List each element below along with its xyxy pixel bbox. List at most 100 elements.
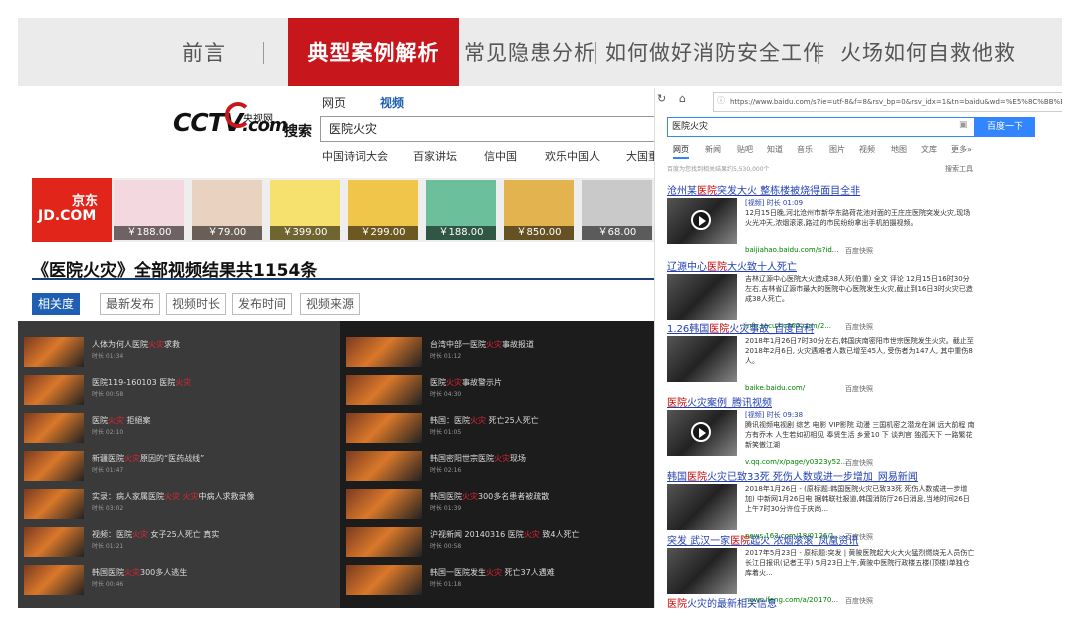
video-thumbnail[interactable] xyxy=(24,489,84,519)
baidu-result-thumbnail[interactable] xyxy=(667,336,737,382)
video-result-item[interactable]: 韩国一医院发生火灾 死亡37人遇难 时长 01:18 xyxy=(340,565,654,595)
hot-link[interactable]: 信中国 xyxy=(484,148,517,164)
video-result-item[interactable]: 韩国密阳世宗医院火灾现场 时长 02:16 xyxy=(340,451,654,481)
product-easel-toy[interactable]: ￥399.00 xyxy=(270,180,340,240)
video-title[interactable]: 台湾中部一医院火灾事故报道 xyxy=(430,339,534,350)
product-bead-toy[interactable]: ￥299.00 xyxy=(348,180,418,240)
search-tools[interactable]: 搜索工具 xyxy=(945,164,973,174)
jd-ad-banner[interactable]: 京东 JD.COM ￥188.00 ￥79.00 ￥399.00 ￥299.00… xyxy=(32,178,654,242)
video-title[interactable]: 韩国：医院火灾 死亡25人死亡 xyxy=(430,415,539,426)
video-thumbnail[interactable] xyxy=(346,413,422,443)
video-result-item[interactable]: 医院119-160103 医院火灾 时长 00:58 xyxy=(18,375,340,405)
baidu-result-title[interactable]: 医院火灾的最新相关信息 xyxy=(667,595,777,608)
video-thumbnail[interactable] xyxy=(24,451,84,481)
baidu-result-title[interactable]: 沧州某医院突发大火 整栋楼被烧得面目全非 xyxy=(667,182,860,197)
filter-source[interactable]: 视频来源 xyxy=(300,293,361,315)
home-icon[interactable]: ⌂ xyxy=(679,92,686,105)
baidu-result-thumbnail[interactable] xyxy=(667,274,737,320)
nav-item-hazard-analysis[interactable]: 常见隐患分析 xyxy=(464,18,596,86)
baidu-snapshot-link[interactable]: 百度快照 xyxy=(845,596,873,606)
video-title[interactable]: 韩国一医院发生火灾 死亡37人遇难 xyxy=(430,567,555,578)
video-title[interactable]: 医院火灾 拒絕案 xyxy=(92,415,151,426)
hot-link[interactable]: 大国重 xyxy=(626,148,654,164)
bd-tab-video[interactable]: 视频 xyxy=(859,144,875,155)
video-result-item[interactable]: 台湾中部一医院火灾事故报道 时长 01:12 xyxy=(340,337,654,367)
baidu-snapshot-link[interactable]: 百度快照 xyxy=(845,458,873,468)
tab-web[interactable]: 网页 xyxy=(322,94,346,111)
bd-tab-image[interactable]: 图片 xyxy=(829,144,845,155)
video-result-item[interactable]: 医院火灾 拒絕案 时长 02:10 xyxy=(18,413,340,443)
baidu-result-title[interactable]: 突发 武汉一家医院起火 浓烟滚滚_凤凰资讯 xyxy=(667,532,858,547)
video-result-item[interactable]: 韩国医院火灾300多名患者被疏散 时长 01:39 xyxy=(340,489,654,519)
baidu-result-url[interactable]: baijiahao.baidu.com/s?id... xyxy=(745,246,839,254)
product-photo[interactable]: ￥68.00 xyxy=(582,180,652,240)
refresh-icon[interactable]: ↻ xyxy=(657,92,666,105)
video-thumbnail[interactable] xyxy=(24,375,84,405)
hot-link[interactable]: 百家讲坛 xyxy=(413,148,457,164)
baidu-result-thumbnail[interactable] xyxy=(667,410,737,456)
video-title[interactable]: 人体为何人医院火灾求救 xyxy=(92,339,180,350)
nav-item-fire-safety-work[interactable]: 如何做好消防安全工作 xyxy=(605,18,825,86)
filter-duration[interactable]: 视频时长 xyxy=(166,293,227,315)
hot-link[interactable]: 中国诗词大会 xyxy=(322,148,388,164)
address-bar[interactable]: https://www.baidu.com/s?ie=utf-8&f=8&rsv… xyxy=(713,92,1062,112)
filter-latest[interactable]: 最新发布 xyxy=(100,293,161,315)
video-title[interactable]: 实录：病人家属医院火灾 火灾中病人求救录像 xyxy=(92,491,255,502)
video-title[interactable]: 医院119-160103 医院火灾 xyxy=(92,377,191,388)
bd-tab-music[interactable]: 音乐 xyxy=(797,144,813,155)
hot-link[interactable]: 欢乐中国人 xyxy=(545,148,600,164)
play-icon[interactable] xyxy=(691,210,711,230)
video-thumbnail[interactable] xyxy=(346,565,422,595)
baidu-search-input[interactable]: 医院火灾 xyxy=(667,117,975,137)
tab-video[interactable]: 视频 xyxy=(380,94,404,111)
video-thumbnail[interactable] xyxy=(24,413,84,443)
search-input[interactable]: 医院火灾 xyxy=(320,116,654,142)
nav-item-case-analysis[interactable]: 典型案例解析 xyxy=(288,18,459,86)
baidu-snapshot-link[interactable]: 百度快照 xyxy=(845,246,873,256)
baidu-result-title[interactable]: 1.26韩国医院火灾事故_百度百科 xyxy=(667,320,814,335)
baidu-result-thumbnail[interactable] xyxy=(667,548,737,594)
nav-item-self-rescue[interactable]: 火场如何自救他救 xyxy=(840,18,1016,86)
video-result-item[interactable]: 沪视新闻 20140316 医院火灾 致4人死亡 时长 00:58 xyxy=(340,527,654,557)
bd-tab-tieba[interactable]: 贴吧 xyxy=(737,144,753,155)
baidu-result-title[interactable]: 辽源中心医院大火致十人死亡 xyxy=(667,258,797,273)
video-thumbnail[interactable] xyxy=(346,489,422,519)
product-jade-bracelet[interactable]: ￥188.00 xyxy=(426,180,496,240)
video-thumbnail[interactable] xyxy=(346,375,422,405)
video-thumbnail[interactable] xyxy=(24,527,84,557)
video-thumbnail[interactable] xyxy=(24,337,84,367)
video-title[interactable]: 沪视新闻 20140316 医院火灾 致4人死亡 xyxy=(430,529,579,540)
baidu-result-title[interactable]: 韩国医院火灾已致33死 死伤人数或进一步增加_网易新闻 xyxy=(667,468,918,483)
bd-tab-wenku[interactable]: 文库 xyxy=(921,144,937,155)
baidu-result-thumbnail[interactable] xyxy=(667,198,737,244)
video-title[interactable]: 医院火灾事故警示片 xyxy=(430,377,502,388)
baidu-search-button[interactable]: 百度一下 xyxy=(975,117,1035,137)
video-result-item[interactable]: 医院火灾事故警示片 时长 04:30 xyxy=(340,375,654,405)
product-hoop-earrings[interactable]: ￥79.00 xyxy=(192,180,262,240)
bd-tab-map[interactable]: 地图 xyxy=(891,144,907,155)
baidu-result-url[interactable]: baike.baidu.com/ xyxy=(745,384,805,392)
baidu-result-url[interactable]: v.qq.com/x/page/y0323y52... xyxy=(745,458,847,466)
baidu-result-thumbnail[interactable] xyxy=(667,484,737,530)
camera-icon[interactable]: ▣ xyxy=(959,120,968,130)
video-result-item[interactable]: 韩国医院火灾300多人逃生 时长 00:46 xyxy=(18,565,340,595)
video-result-item[interactable]: 韩国：医院火灾 死亡25人死亡 时长 01:05 xyxy=(340,413,654,443)
page-info-icon[interactable]: ⓘ xyxy=(717,95,725,106)
video-title[interactable]: 新疆医院火灾原因的“医药战线” xyxy=(92,453,204,464)
play-icon[interactable] xyxy=(691,422,711,442)
filter-relevance[interactable]: 相关度 xyxy=(32,293,81,315)
bd-tab-web[interactable]: 网页 xyxy=(673,144,689,159)
video-result-item[interactable]: 视频：医院火灾 女子25人死亡 真实 时长 01:21 xyxy=(18,527,340,557)
bd-tab-more[interactable]: 更多» xyxy=(951,144,972,155)
baidu-snapshot-link[interactable]: 百度快照 xyxy=(845,384,873,394)
video-title[interactable]: 韩国医院火灾300多人逃生 xyxy=(92,567,187,578)
video-title[interactable]: 韩国医院火灾300多名患者被疏散 xyxy=(430,491,549,502)
video-result-item[interactable]: 实录：病人家属医院火灾 火灾中病人求救录像 时长 03:02 xyxy=(18,489,340,519)
video-thumbnail[interactable] xyxy=(346,337,422,367)
filter-publish-time[interactable]: 发布时间 xyxy=(232,293,293,315)
product-gold-coin[interactable]: ￥850.00 xyxy=(504,180,574,240)
video-result-item[interactable]: 新疆医院火灾原因的“医药战线” 时长 01:47 xyxy=(18,451,340,481)
nav-item-preface[interactable]: 前言 xyxy=(182,18,226,86)
video-title[interactable]: 视频：医院火灾 女子25人死亡 真实 xyxy=(92,529,219,540)
jd-logo[interactable]: 京东 JD.COM xyxy=(32,178,112,242)
